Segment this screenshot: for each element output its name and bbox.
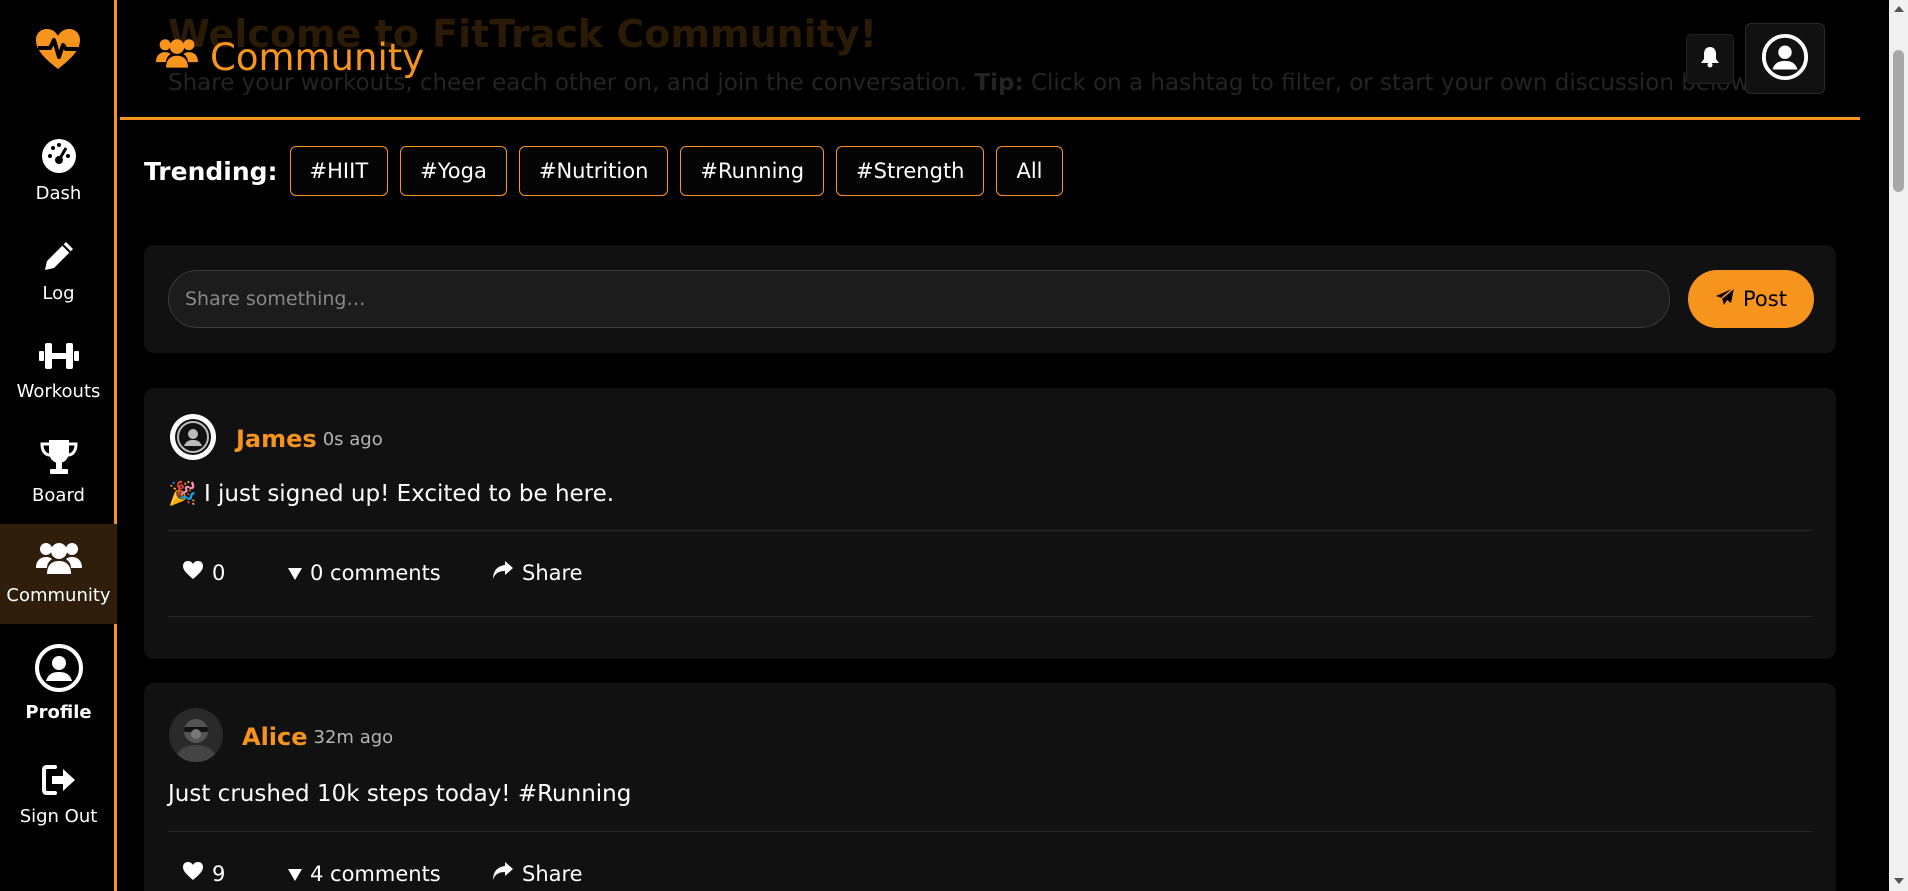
post-card: James 0s ago 🎉 I just signed up! Excited…	[144, 388, 1836, 659]
like-count: 0	[212, 560, 226, 585]
tag-nutrition[interactable]: #Nutrition	[518, 146, 669, 196]
like-button[interactable]: 0	[182, 560, 288, 585]
share-button[interactable]: Share	[492, 861, 583, 886]
sidebar-item-sign-out[interactable]: Sign Out	[0, 763, 117, 827]
tag-strength[interactable]: #Strength	[836, 146, 985, 196]
sidebar-item-community[interactable]: Community	[0, 524, 117, 624]
trending-label: Trending:	[144, 156, 278, 186]
tag-running[interactable]: #Running	[680, 146, 825, 196]
caret-down-icon	[288, 561, 302, 585]
page-title-text: Community	[210, 36, 425, 79]
comments-count: 0 comments	[310, 560, 441, 585]
comments-toggle[interactable]: 4 comments	[288, 862, 492, 886]
comments-count: 4 comments	[310, 861, 441, 886]
sidebar-item-label: Sign Out	[19, 806, 98, 827]
share-label: Share	[522, 560, 583, 585]
welcome-tip-label: Tip:	[974, 70, 1024, 96]
post-actions: 0 0 comments Share	[182, 560, 583, 585]
sidebar-item-label: Dash	[35, 183, 82, 204]
post-card: Alice 32m ago Just crushed 10k steps tod…	[144, 683, 1836, 891]
heartbeat-logo-icon[interactable]	[34, 27, 82, 71]
trending-bar: Trending: #HIIT #Yoga #Nutrition #Runnin…	[144, 146, 1063, 196]
heart-icon	[182, 861, 204, 886]
sign-out-icon	[0, 763, 117, 802]
like-button[interactable]: 9	[182, 861, 288, 886]
user-circle-icon	[0, 643, 117, 698]
page-header: Welcome to FitTrack Community! Share you…	[120, 0, 1860, 120]
sidebar-item-label: Log	[42, 283, 75, 304]
post-timestamp: 0s ago	[322, 428, 383, 450]
sidebar-item-label: Community	[6, 585, 111, 606]
tag-hiit[interactable]: #HIIT	[289, 146, 389, 196]
avatar[interactable]	[168, 412, 218, 466]
sidebar-item-board[interactable]: Board	[0, 438, 117, 506]
comments-toggle[interactable]: 0 comments	[288, 561, 492, 585]
user-circle-icon	[1761, 33, 1809, 85]
share-input[interactable]: Share something…	[168, 270, 1670, 328]
notifications-button[interactable]	[1686, 34, 1734, 84]
users-icon	[0, 540, 117, 581]
post-actions: 9 4 comments Share	[182, 861, 583, 886]
user-menu-button[interactable]	[1745, 23, 1825, 94]
sidebar: Dash Log Workouts Board Community Profil…	[0, 0, 117, 891]
scroll-down-arrow-icon[interactable]	[1894, 878, 1904, 884]
users-icon	[156, 36, 198, 79]
scroll-up-arrow-icon[interactable]	[1894, 6, 1904, 12]
avatar[interactable]	[168, 707, 224, 767]
bell-icon	[1700, 46, 1720, 72]
post-header: James 0s ago	[168, 412, 383, 466]
dumbbell-icon	[0, 340, 117, 377]
heart-icon	[182, 560, 204, 585]
post-author[interactable]: James	[236, 425, 317, 453]
sidebar-item-profile[interactable]: Profile	[0, 643, 117, 723]
share-button[interactable]: Share	[492, 560, 583, 585]
post-composer: Share something… Post	[144, 245, 1836, 353]
paper-plane-icon	[1715, 286, 1735, 312]
sidebar-item-dash[interactable]: Dash	[0, 138, 117, 204]
divider	[168, 831, 1812, 832]
sidebar-item-label: Board	[32, 485, 85, 506]
sidebar-item-workouts[interactable]: Workouts	[0, 340, 117, 402]
tag-all[interactable]: All	[996, 146, 1063, 196]
post-button[interactable]: Post	[1688, 270, 1814, 328]
post-button-label: Post	[1743, 287, 1787, 311]
pencil-icon	[0, 238, 117, 279]
trophy-icon	[0, 438, 117, 481]
post-header: Alice 32m ago	[168, 707, 393, 767]
divider	[168, 616, 1812, 617]
share-icon	[492, 861, 514, 886]
sidebar-item-log[interactable]: Log	[0, 238, 117, 304]
like-count: 9	[212, 861, 226, 886]
sidebar-item-label: Profile	[25, 702, 92, 723]
post-text: Just crushed 10k steps today! #Running	[168, 781, 632, 807]
tag-yoga[interactable]: #Yoga	[400, 146, 507, 196]
scrollbar[interactable]	[1889, 0, 1908, 891]
welcome-tip-text: Click on a hashtag to filter, or start y…	[1030, 70, 1755, 96]
scrollbar-thumb[interactable]	[1893, 50, 1904, 192]
share-icon	[492, 560, 514, 585]
share-label: Share	[522, 861, 583, 886]
post-timestamp: 32m ago	[313, 726, 394, 748]
dashboard-icon	[0, 138, 117, 179]
caret-down-icon	[288, 862, 302, 886]
post-text: 🎉 I just signed up! Excited to be here.	[168, 481, 615, 507]
page-title: Community	[156, 36, 424, 79]
sidebar-item-label: Workouts	[16, 381, 101, 402]
post-author[interactable]: Alice	[242, 723, 308, 751]
divider	[168, 530, 1812, 531]
